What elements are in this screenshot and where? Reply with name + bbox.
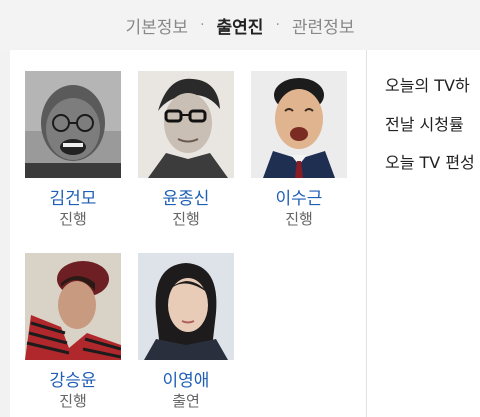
tab-cast[interactable]: 출연진 — [215, 13, 266, 38]
tab-separator: · — [275, 17, 280, 33]
cast-name[interactable]: 강승윤 — [25, 371, 121, 391]
cast-photo[interactable] — [138, 253, 234, 360]
cast-card[interactable]: 윤종신 진행 — [138, 71, 234, 228]
cast-name[interactable]: 윤종신 — [138, 189, 234, 209]
cast-name[interactable]: 이수근 — [251, 189, 347, 209]
cast-role: 진행 — [59, 392, 87, 410]
cast-photo[interactable] — [251, 71, 347, 178]
cast-role: 진행 — [172, 210, 200, 228]
side-link-ratings[interactable]: 전날 시청률 — [385, 111, 464, 135]
side-panel: 오늘의 TV하 전날 시청률 오늘 TV 편성 — [366, 50, 480, 417]
side-link-schedule[interactable]: 오늘 TV 편성 — [385, 149, 475, 173]
tab-bar: 기본정보 · 출연진 · 관련정보 — [0, 0, 480, 50]
cast-card[interactable]: 이영애 출연 — [138, 253, 234, 410]
cast-role: 진행 — [285, 210, 313, 228]
tab-related-info[interactable]: 관련정보 — [290, 13, 357, 38]
tab-separator: · — [200, 17, 205, 33]
cast-role: 진행 — [59, 210, 87, 228]
cast-card[interactable]: 김건모 진행 — [25, 71, 121, 228]
cast-photo[interactable] — [138, 71, 234, 178]
cast-role: 출연 — [172, 392, 200, 410]
cast-photo[interactable] — [25, 71, 121, 178]
cast-panel: 김건모 진행 윤종신 진행 이수근 진행 강승윤 진행 이영애 출연 — [10, 50, 366, 417]
cast-card[interactable]: 이수근 진행 — [251, 71, 347, 228]
cast-name[interactable]: 이영애 — [138, 371, 234, 391]
cast-name[interactable]: 김건모 — [25, 189, 121, 209]
tab-basic-info[interactable]: 기본정보 — [124, 13, 191, 38]
cast-card[interactable]: 강승윤 진행 — [25, 253, 121, 410]
cast-photo[interactable] — [25, 253, 121, 360]
side-link-today-tv[interactable]: 오늘의 TV하 — [385, 72, 470, 96]
